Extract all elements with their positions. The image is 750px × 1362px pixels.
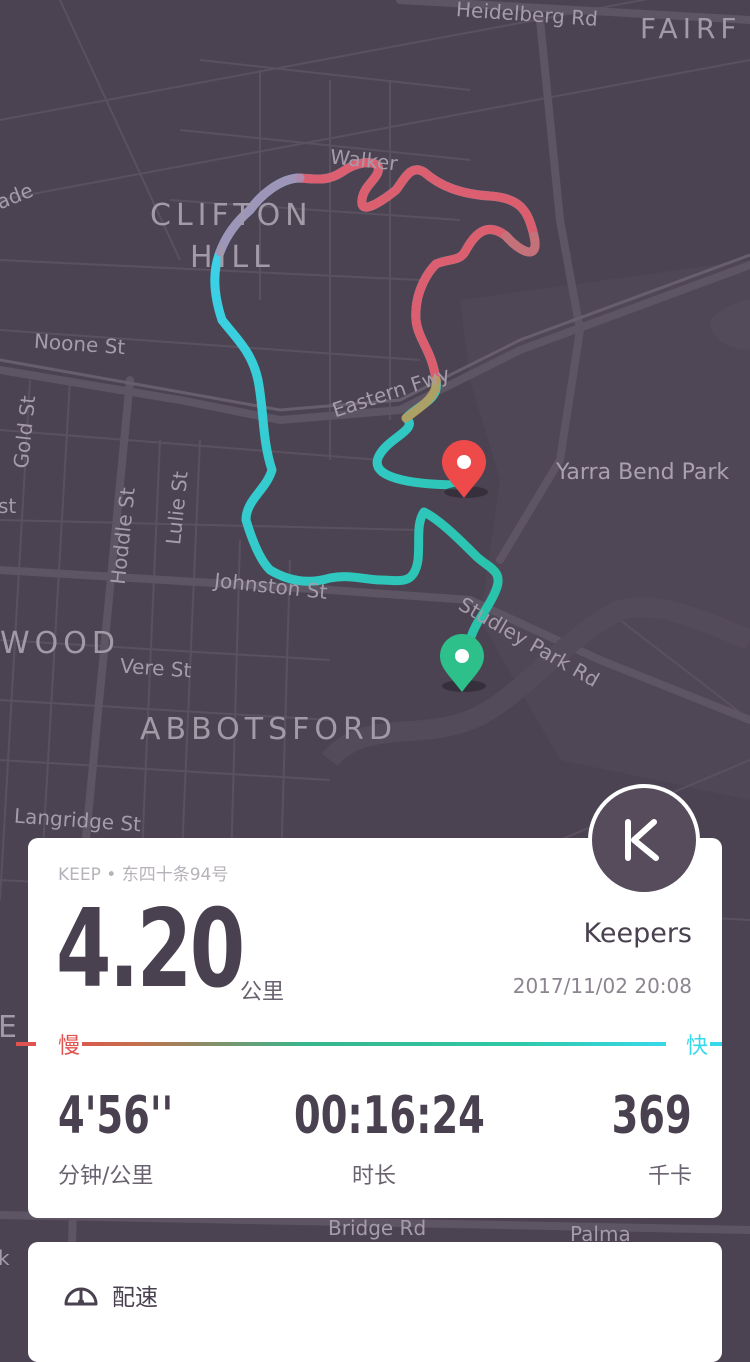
map-label-k: k xyxy=(0,1246,10,1270)
map-label-e: E xyxy=(0,1010,22,1045)
map-label-clifton: CLIFTON xyxy=(150,198,313,233)
map-label-vere: Vere St xyxy=(119,653,193,683)
duration-value: 00:16:24 xyxy=(294,1086,485,1146)
map-label-fairfield: FAIRF xyxy=(640,12,742,45)
distance-unit: 公里 xyxy=(240,980,285,1005)
run-summary-card: KEEP • 东四十条94号 4.20 公里 Keepers 2017/11/0… xyxy=(16,838,722,1218)
duration-label: 时长 xyxy=(352,1164,397,1189)
calories-value: 369 xyxy=(611,1086,692,1146)
speed-legend-bar xyxy=(8,1042,722,1046)
run-datetime: 2017/11/02 20:08 xyxy=(512,974,692,998)
pace-label: 分钟/公里 xyxy=(58,1164,154,1189)
map-label-yarra-bend: Yarra Bend Park xyxy=(556,460,730,485)
map-label-bridge: Bridge Rd xyxy=(328,1216,427,1240)
calories-label: 千卡 xyxy=(647,1164,692,1189)
pace-value: 4'56'' xyxy=(58,1086,174,1146)
run-source: KEEP • 东四十条94号 xyxy=(58,865,229,885)
distance-value: 4.20 xyxy=(56,887,245,1012)
map-label-abbotsford: ABBOTSFORD xyxy=(140,712,397,747)
keep-logo-icon xyxy=(625,819,659,861)
end-pin-icon[interactable] xyxy=(442,440,488,498)
slow-label: 慢 xyxy=(56,1028,83,1060)
start-pin-icon[interactable] xyxy=(440,634,486,692)
keep-logo-badge[interactable] xyxy=(588,784,700,896)
pace-section-header[interactable]: 配速 xyxy=(62,1278,158,1312)
pace-section-card[interactable]: 配速 xyxy=(28,1242,722,1362)
map-label-st: st xyxy=(0,494,17,518)
pace-section-title: 配速 xyxy=(112,1285,158,1311)
username[interactable]: Keepers xyxy=(583,918,692,949)
map-label-wood: WOOD xyxy=(0,626,120,661)
map-label-hill: HILL xyxy=(190,240,275,275)
speedometer-icon xyxy=(64,1287,98,1306)
fast-label: 快 xyxy=(683,1028,710,1060)
